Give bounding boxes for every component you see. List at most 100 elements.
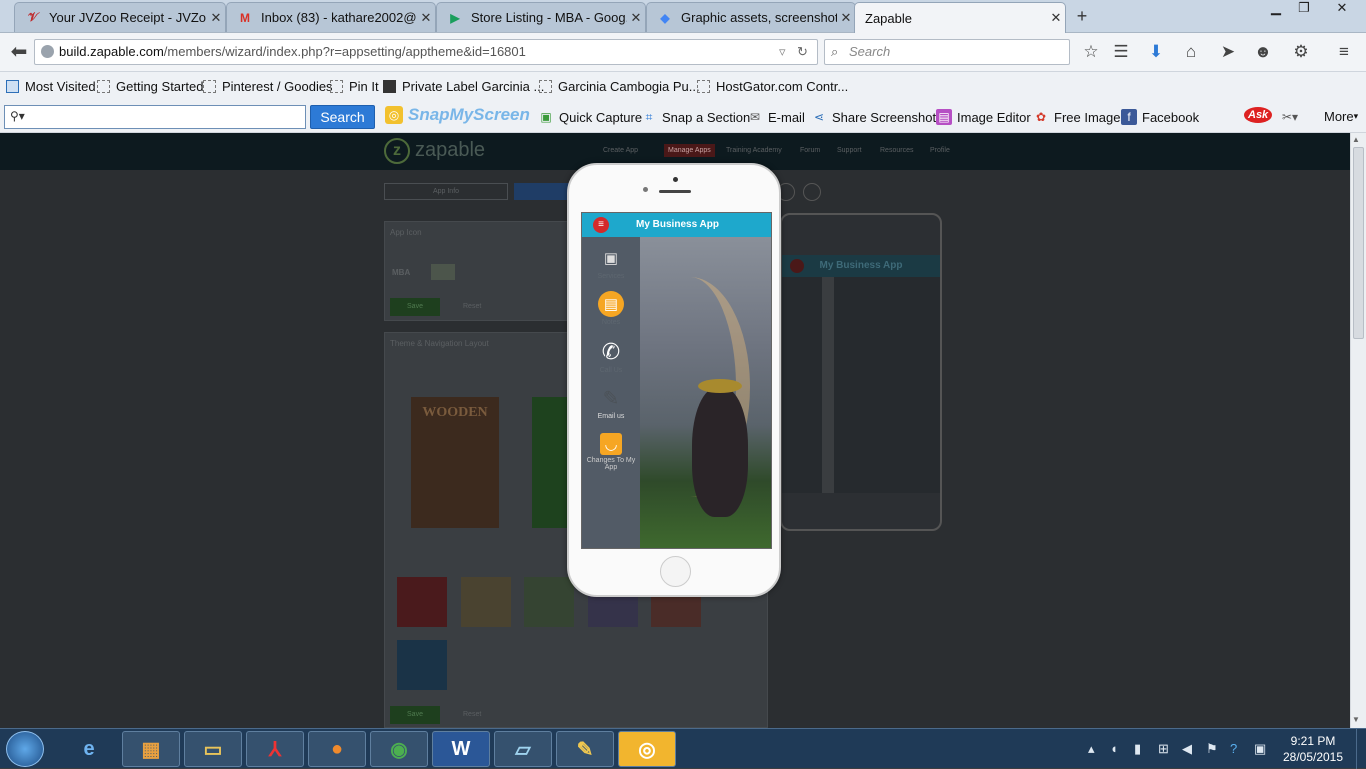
close-tab-icon[interactable]: ✕ [1047, 10, 1065, 26]
help-icon[interactable]: ? [1230, 741, 1237, 756]
usb-icon[interactable]: ⊞ [1158, 741, 1169, 757]
menu-item-email-us[interactable]: ✎ Email us [582, 385, 640, 421]
tab-gmail[interactable]: M Inbox (83) - kathare2002@... ✕ [226, 2, 436, 32]
windows-start-button[interactable] [6, 731, 44, 767]
layout-blue[interactable] [397, 640, 447, 690]
facebook-button[interactable]: f Facebook [1121, 109, 1199, 125]
tab-zapable[interactable]: Zapable ✕ [854, 2, 1066, 33]
email-button[interactable]: ✉ E-mail [747, 109, 805, 125]
close-window-icon[interactable]: ✕ [1326, 0, 1358, 18]
share-screenshots-button[interactable]: ⋖ Share Screenshots [811, 109, 943, 125]
system-clock[interactable]: 9:21 PM 28/05/2015 [1278, 733, 1348, 765]
nav-resources[interactable]: Resources [880, 147, 913, 154]
close-tab-icon[interactable]: ✕ [417, 10, 435, 26]
minimize-icon[interactable]: ▁ [1262, 0, 1290, 18]
bookmark-most-visited[interactable]: Most Visited [6, 79, 96, 94]
firefox-icon[interactable]: ● [308, 731, 366, 767]
gift-icon[interactable]: ▦ [122, 731, 180, 767]
menu-item-notes[interactable]: ▤ Notes [582, 291, 640, 326]
internet-explorer-icon[interactable]: e [60, 731, 118, 767]
dropdown-arrow-icon[interactable]: ▿ [779, 40, 786, 64]
extension-icon[interactable]: ⚙ [1290, 41, 1312, 63]
image-editor-button[interactable]: ▤ Image Editor [936, 109, 1031, 125]
toolbar-search-button[interactable]: Search [310, 105, 375, 129]
new-tab-button[interactable]: + [1072, 6, 1092, 26]
notepad-icon[interactable]: ▱ [494, 731, 552, 767]
send-icon[interactable]: ➤ [1217, 41, 1239, 63]
scroll-thumb[interactable] [1353, 147, 1364, 339]
bookmark-hostgator[interactable]: HostGator.com Contr... [697, 79, 848, 94]
paint-icon[interactable]: ✎ [556, 731, 614, 767]
bookmark-getting-started[interactable]: Getting Started [97, 79, 203, 94]
url-bar[interactable]: build.zapable.com/members/wizard/index.p… [34, 39, 818, 65]
layout-red[interactable] [397, 577, 447, 627]
tab-app-info[interactable]: App Info [384, 183, 508, 200]
save-button[interactable]: Save [390, 298, 440, 316]
nav-manage-apps[interactable]: Manage Apps [664, 144, 715, 157]
menu-icon[interactable]: ≡ [1333, 41, 1355, 63]
menu-item-call-us[interactable]: ✆ Call Us [582, 339, 640, 374]
bookmark-private-label[interactable]: Private Label Garcinia ... [383, 79, 544, 94]
flag-icon[interactable]: ⚑ [1206, 741, 1218, 757]
headset-icon[interactable]: ◖ [1110, 741, 1118, 756]
more-button[interactable]: More ▾ [1324, 109, 1358, 124]
tools-button[interactable]: ✂▾ [1282, 109, 1303, 125]
show-desktop-button[interactable] [1356, 729, 1366, 769]
close-tab-icon[interactable]: ✕ [627, 10, 645, 26]
reload-icon[interactable]: ↻ [797, 40, 808, 64]
close-tab-icon[interactable]: ✕ [837, 10, 855, 26]
snapmyscreen-logo[interactable]: ◎ SnapMyScreen [385, 105, 530, 125]
bookmark-pin-it[interactable]: Pin It [330, 79, 379, 94]
nav-forum[interactable]: Forum [800, 147, 820, 154]
nav-training[interactable]: Training Academy [726, 147, 782, 154]
close-tab-icon[interactable]: ✕ [207, 10, 225, 26]
snap-section-button[interactable]: ⌗ Snap a Section [641, 109, 751, 125]
nav-support[interactable]: Support [837, 147, 862, 154]
volume-icon[interactable]: ◀ [1182, 741, 1192, 757]
reset-button[interactable]: Reset [463, 303, 481, 310]
tab-active[interactable] [514, 183, 569, 200]
acrobat-icon[interactable]: ⅄ [246, 731, 304, 767]
settings-circle-icon[interactable] [803, 183, 821, 201]
chrome-icon[interactable]: ◉ [370, 731, 428, 767]
scroll-up-icon[interactable]: ▲ [1352, 135, 1360, 144]
chat-icon[interactable]: ☻ [1252, 41, 1274, 63]
save-button-2[interactable]: Save [390, 706, 440, 724]
nav-profile[interactable]: Profile [930, 147, 950, 154]
green-theme-thumb[interactable] [532, 397, 568, 528]
restore-icon[interactable]: ❐ [1290, 0, 1318, 18]
tab-store-listing[interactable]: ▶ Store Listing - MBA - Goog... ✕ [436, 2, 646, 32]
scroll-down-icon[interactable]: ▼ [1352, 715, 1360, 724]
star-bookmark-icon[interactable]: ☆ [1080, 41, 1102, 63]
layout-green[interactable] [524, 577, 574, 627]
bookmark-garcinia[interactable]: Garcinia Cambogia Pu... [539, 79, 700, 94]
back-arrow-icon[interactable]: ⬅ [8, 41, 30, 63]
monitor-icon[interactable]: ▣ [1254, 741, 1266, 757]
bookmark-pinterest[interactable]: Pinterest / Goodies [203, 79, 333, 94]
page-scrollbar[interactable]: ▲ ▼ [1350, 133, 1366, 728]
preview-scrollbar[interactable] [822, 277, 834, 493]
show-hidden-icons[interactable]: ▴ [1088, 741, 1095, 757]
network-icon[interactable]: ▮ [1134, 741, 1141, 757]
nav-create-app[interactable]: Create App [603, 147, 638, 154]
phone-home-button[interactable] [660, 556, 691, 587]
tab-jvzoo[interactable]: 𝒱 Your JVZoo Receipt - JVZo... ✕ [14, 2, 226, 32]
menu-item-services[interactable]: ▣ Services [582, 245, 640, 280]
download-icon[interactable]: ⬇ [1145, 41, 1167, 63]
reset-button-2[interactable]: Reset [463, 711, 481, 718]
layout-yellow[interactable] [461, 577, 511, 627]
menu-item-changes[interactable]: ◡ Changes To My App [582, 433, 640, 471]
tab-graphic-assets[interactable]: ◆ Graphic assets, screenshots... ✕ [646, 2, 856, 32]
word-icon[interactable]: W [432, 731, 490, 767]
home-icon[interactable]: ⌂ [1180, 41, 1202, 63]
quick-capture-button[interactable]: ▣ Quick Capture [538, 109, 642, 125]
search-box[interactable]: ⌕ Search [824, 39, 1070, 65]
toolbar-search-input[interactable]: ⚲▾ [4, 105, 306, 129]
ask-button[interactable]: Ask [1244, 107, 1273, 123]
folder-icon[interactable]: ▭ [184, 731, 242, 767]
snapmyscreen-icon[interactable]: ◎ [618, 731, 676, 767]
hamburger-menu-icon[interactable]: ≡ [593, 217, 609, 233]
reading-list-icon[interactable]: ☰ [1110, 41, 1132, 63]
wooden-theme-thumb[interactable]: WOODEN [411, 397, 499, 528]
site-logo[interactable]: zapable [415, 139, 485, 162]
